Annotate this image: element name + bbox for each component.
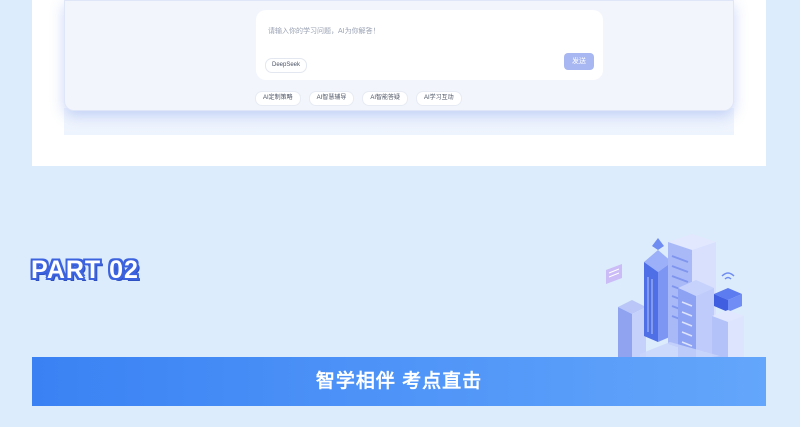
suggestion-chips: AI定制策略 AI智慧辅导 AI智能答疑 AI学习互动 [255, 91, 462, 106]
city-illustration-icon [606, 234, 744, 360]
suggestion-chip[interactable]: AI定制策略 [255, 91, 301, 106]
chat-input-box[interactable]: 请输入你的学习问题，AI为你解答！ DeepSeek 发送 [256, 10, 603, 80]
send-button[interactable]: 发送 [564, 53, 594, 70]
suggestion-chip[interactable]: AI智能答疑 [362, 91, 409, 106]
suggestion-chip[interactable]: AI智慧辅导 [308, 91, 355, 106]
banner-title: 智学相伴 考点直击 [315, 371, 483, 392]
panel-fade-strip [64, 108, 734, 135]
section-banner: 智学相伴 考点直击 [32, 357, 766, 406]
suggestion-chip[interactable]: AI学习互动 [416, 91, 462, 106]
part-label: PART 02 [31, 256, 139, 284]
chat-input-placeholder[interactable]: 请输入你的学习问题，AI为你解答！ [268, 26, 380, 36]
model-selector[interactable]: DeepSeek [265, 58, 308, 73]
